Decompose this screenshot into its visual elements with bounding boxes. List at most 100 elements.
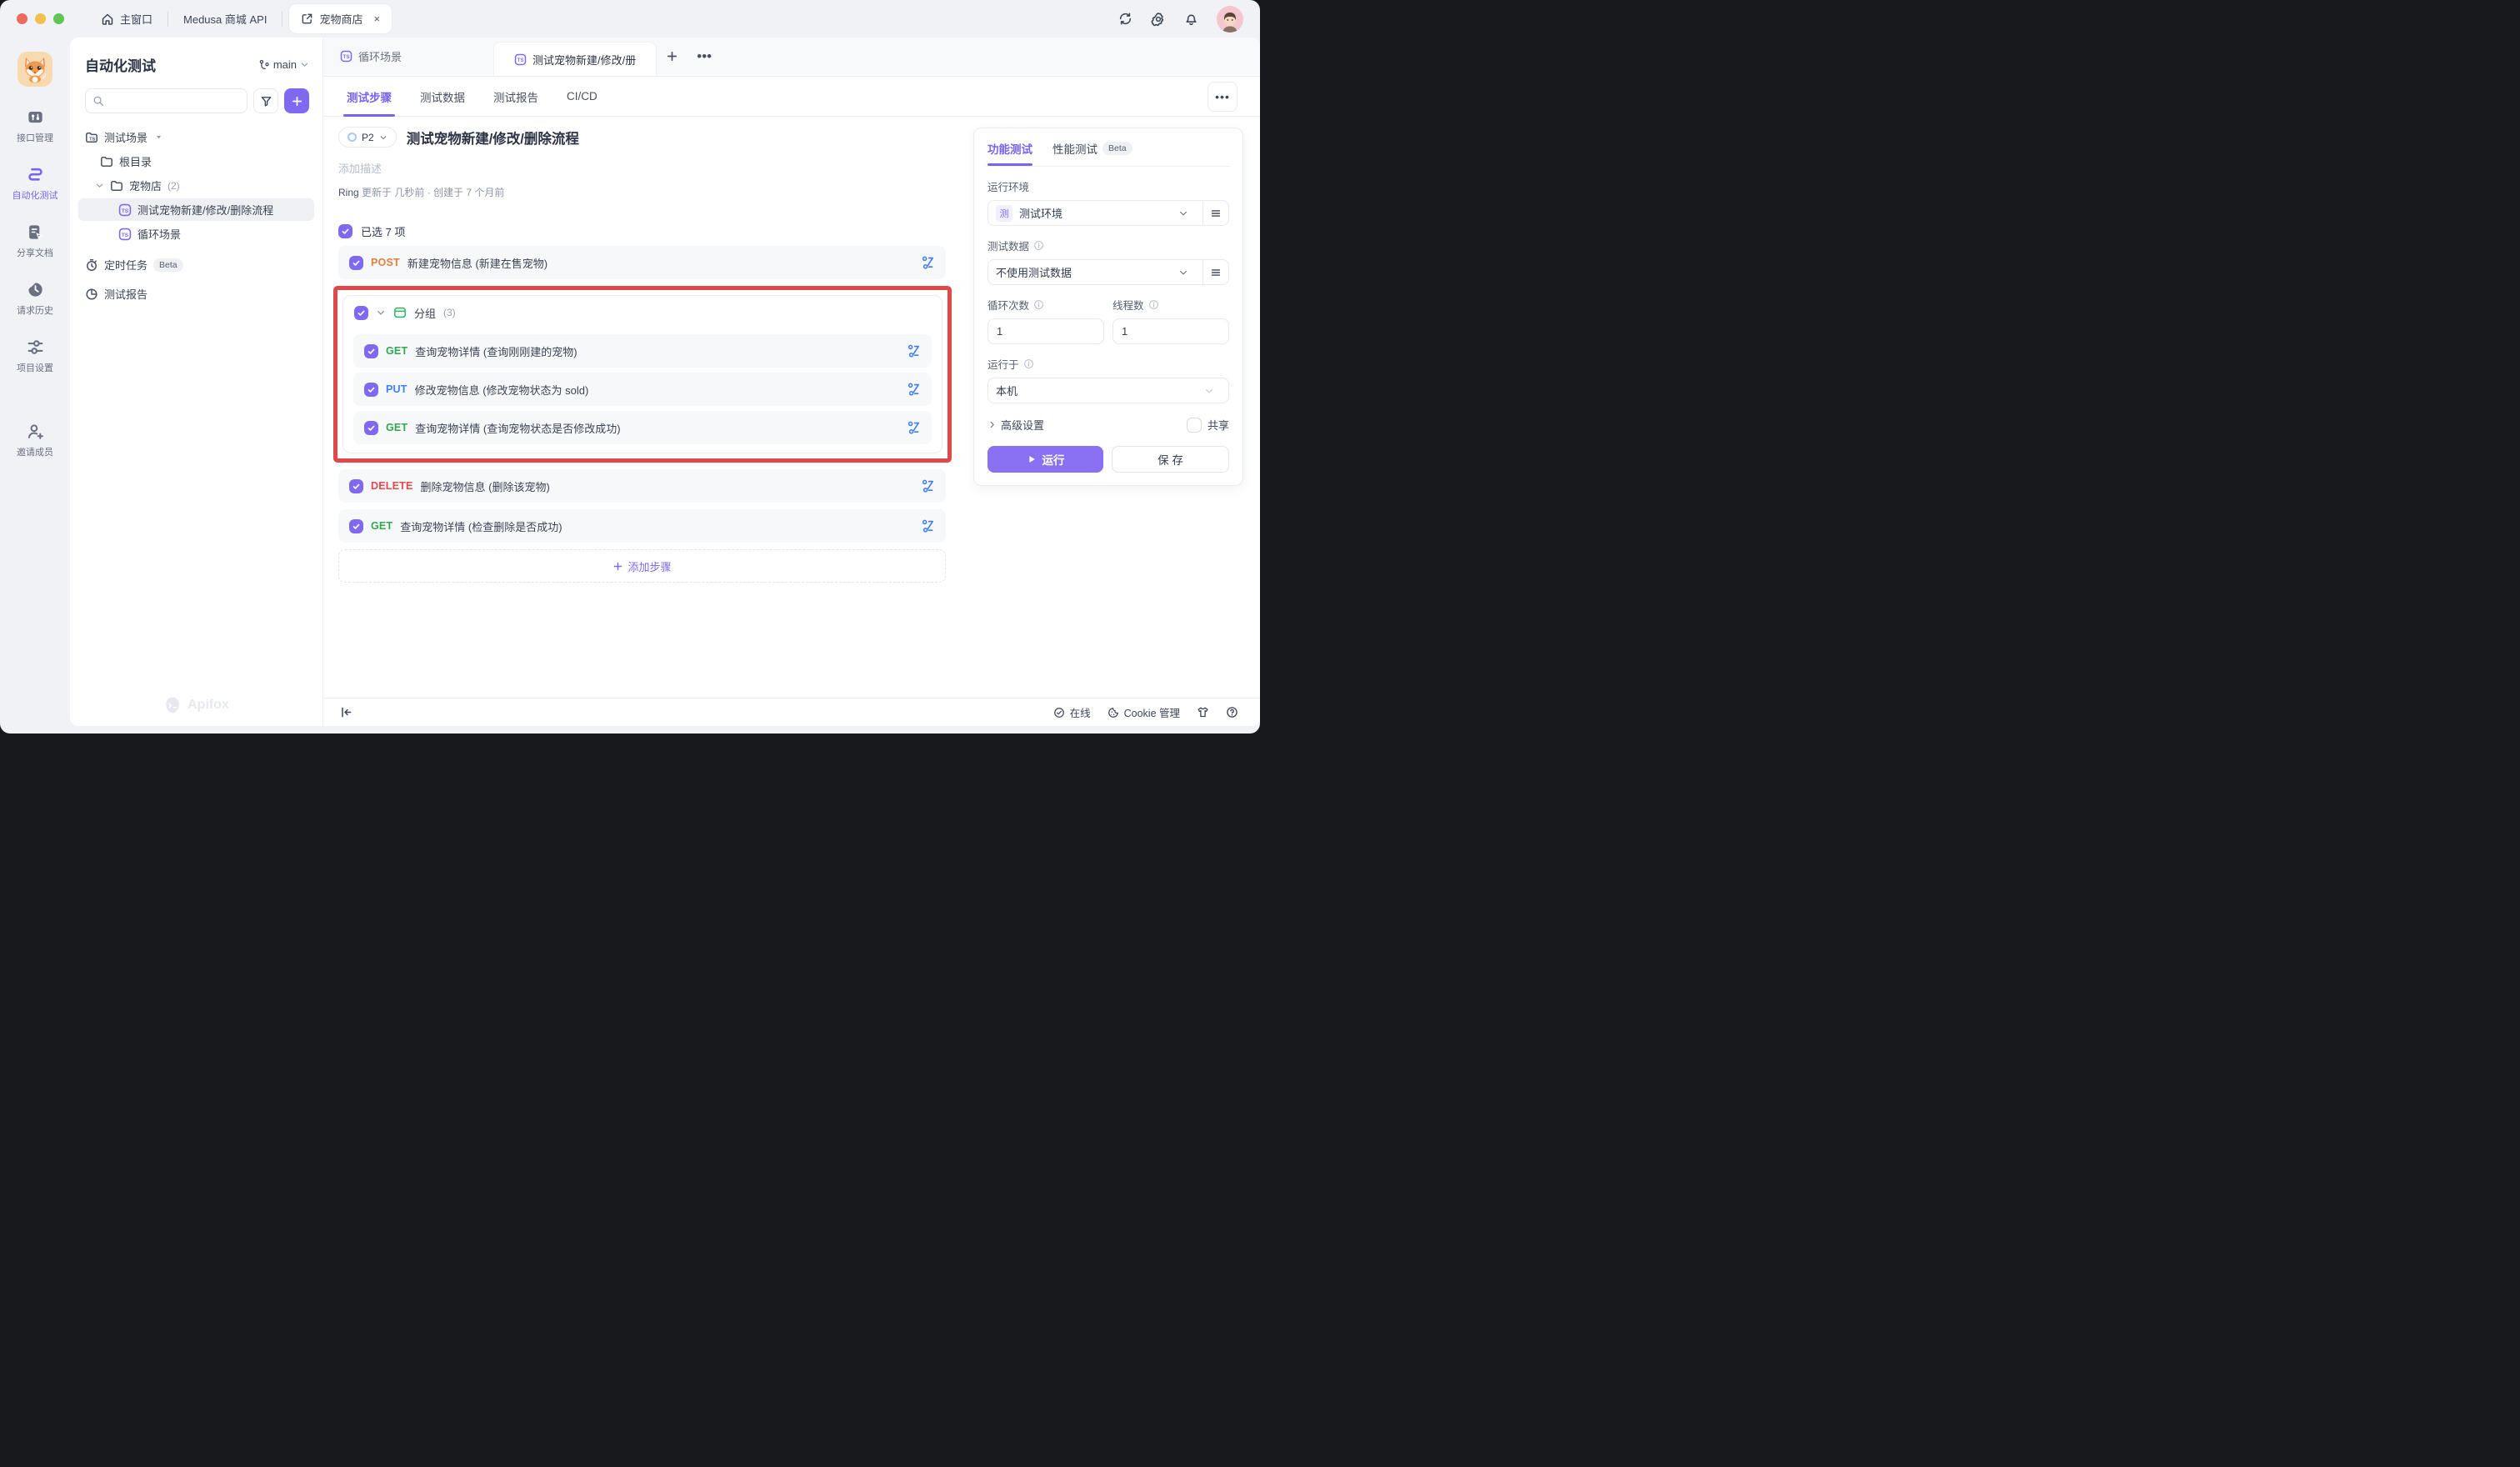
tree-folder-petstore[interactable]: 宠物店 (2) (70, 173, 322, 198)
tree-scheduled-tasks[interactable]: 定时任务 Beta (70, 253, 322, 277)
share-checkbox[interactable] (1187, 418, 1202, 433)
chevron-down-icon[interactable] (95, 181, 104, 190)
env-manage-button[interactable] (1202, 201, 1228, 225)
cookie-manager[interactable]: Cookie 管理 (1108, 704, 1180, 720)
flow-condition-icon[interactable] (908, 421, 921, 434)
step-row-post[interactable]: POST 新建宠物信息 (新建在售宠物) (338, 246, 946, 279)
tab-test-data[interactable]: 测试数据 (420, 77, 465, 117)
priority-dot-icon (348, 133, 357, 142)
hamburger-icon (1210, 208, 1222, 219)
tab-overflow-button[interactable]: ••• (688, 38, 721, 76)
avatar[interactable] (1217, 6, 1243, 33)
run-on-select[interactable]: 本机 (988, 378, 1229, 403)
collapse-sidebar-icon[interactable] (340, 706, 352, 718)
help-icon[interactable] (1226, 706, 1238, 718)
more-actions-button[interactable]: ••• (1208, 82, 1238, 112)
flow-condition-icon[interactable] (922, 479, 935, 493)
sidebar-item-auto-testing[interactable]: 自动化测试 (2, 166, 68, 202)
step-title: 修改宠物信息 (修改宠物状态为 sold) (415, 382, 589, 398)
test-data-manage-button[interactable] (1202, 260, 1228, 284)
tshirt-theme-icon[interactable] (1197, 706, 1209, 718)
step-checkbox[interactable] (364, 421, 378, 435)
step-checkbox[interactable] (349, 256, 363, 270)
tree-folder-root[interactable]: 根目录 (70, 149, 322, 173)
loop-count-input[interactable] (988, 318, 1104, 344)
tree-root-label: 测试场景 (104, 129, 148, 145)
step-row-get-3[interactable]: GET 查询宠物详情 (检查删除是否成功) (338, 509, 946, 543)
auto-testing-icon (27, 166, 44, 183)
close-window-button[interactable] (17, 13, 28, 24)
new-tab-button[interactable] (657, 38, 688, 76)
branch-selector[interactable]: main (258, 58, 309, 71)
share-toggle[interactable]: 共享 (1187, 417, 1229, 433)
tab-petstore[interactable]: 宠物商店 × (289, 4, 392, 33)
project-logo[interactable] (18, 52, 52, 87)
sidebar-item-label: 邀请成员 (17, 445, 53, 458)
filter-button[interactable] (253, 88, 278, 113)
threads-input[interactable] (1112, 318, 1229, 344)
check-circle-icon (1053, 707, 1065, 718)
flow-condition-icon[interactable] (908, 383, 921, 396)
step-row-get-1[interactable]: GET 查询宠物详情 (查询刚刚建的宠物) (353, 334, 932, 368)
tab-home-label: 主窗口 (120, 11, 152, 27)
description-placeholder[interactable]: 添加描述 (338, 160, 946, 176)
search-input[interactable] (109, 95, 240, 108)
tab-home[interactable]: 主窗口 (86, 0, 168, 38)
select-all-checkbox[interactable] (338, 224, 352, 238)
flow-condition-icon[interactable] (922, 519, 935, 533)
doc-tab-active-scenario[interactable]: 测试宠物新建/修改/册 (493, 42, 657, 76)
caret-down-icon[interactable] (155, 133, 162, 141)
sidebar-item-invite-members[interactable]: 邀请成员 (2, 423, 68, 458)
group-header-row[interactable]: 分组 (3) (343, 296, 942, 329)
git-branch-icon (258, 59, 270, 71)
gear-icon[interactable] (1151, 12, 1166, 27)
new-scenario-button[interactable] (284, 88, 309, 113)
step-row-get-2[interactable]: GET 查询宠物详情 (查询宠物状态是否修改成功) (353, 411, 932, 444)
step-row-put[interactable]: PUT 修改宠物信息 (修改宠物状态为 sold) (353, 373, 932, 406)
tab-cicd[interactable]: CI/CD (567, 77, 598, 117)
tab-test-report[interactable]: 测试报告 (493, 77, 538, 117)
online-status[interactable]: 在线 (1053, 704, 1091, 720)
tab-functional-test[interactable]: 功能测试 (988, 140, 1032, 166)
flow-condition-icon[interactable] (908, 344, 921, 358)
tab-performance-test[interactable]: 性能测试 Beta (1052, 140, 1132, 166)
tab-project[interactable]: Medusa 商城 API (168, 0, 282, 38)
tree-test-reports[interactable]: 测试报告 (70, 282, 322, 306)
chevron-down-icon[interactable] (376, 308, 386, 318)
add-step-button[interactable]: 添加步骤 (338, 549, 946, 583)
group-checkbox[interactable] (354, 306, 368, 320)
minimize-window-button[interactable] (35, 13, 46, 24)
flow-condition-icon[interactable] (922, 256, 935, 269)
tree-item-loop-scenario[interactable]: 循环场景 (70, 222, 322, 246)
beta-badge: Beta (153, 258, 183, 272)
maximize-window-button[interactable] (53, 13, 64, 24)
sidebar-item-request-history[interactable]: 请求历史 (2, 281, 68, 317)
tab-test-steps[interactable]: 测试步骤 (347, 77, 392, 117)
advanced-settings-toggle[interactable]: 高级设置 (988, 417, 1044, 433)
tab-petstore-label: 宠物商店 (319, 11, 362, 27)
sidebar-item-project-settings[interactable]: 项目设置 (2, 338, 68, 374)
play-icon (1027, 454, 1037, 464)
sidebar-item-share-docs[interactable]: 分享文档 (2, 223, 68, 259)
priority-selector[interactable]: P2 (338, 127, 397, 148)
step-checkbox[interactable] (364, 344, 378, 358)
doc-tab-loop-scenario[interactable]: 循环场景 (323, 38, 418, 76)
tab-label: 功能测试 (988, 140, 1032, 157)
refresh-icon[interactable] (1118, 12, 1132, 26)
content-card: 自动化测试 main (70, 38, 1260, 726)
run-button[interactable]: 运行 (988, 446, 1103, 473)
step-row-delete[interactable]: DELETE 删除宠物信息 (删除该宠物) (338, 469, 946, 503)
sidebar-item-api-management[interactable]: 接口管理 (2, 108, 68, 144)
save-button[interactable]: 保 存 (1112, 446, 1229, 473)
tab-close-icon[interactable]: × (373, 13, 380, 25)
bell-icon[interactable] (1184, 12, 1198, 26)
test-data-select[interactable]: 不使用测试数据 (988, 259, 1229, 285)
scheduled-tasks-label: 定时任务 (104, 257, 148, 273)
step-checkbox[interactable] (349, 519, 363, 533)
tree-item-selected-scenario[interactable]: 测试宠物新建/修改/删除流程 (78, 198, 314, 221)
environment-select[interactable]: 测 测试环境 (988, 200, 1229, 226)
meta-times: 更新于 几秒前 · 创建于 7 个月前 (362, 187, 504, 198)
step-checkbox[interactable] (349, 479, 363, 493)
tree-root-scenarios[interactable]: 测试场景 (70, 125, 322, 149)
step-checkbox[interactable] (364, 383, 378, 397)
